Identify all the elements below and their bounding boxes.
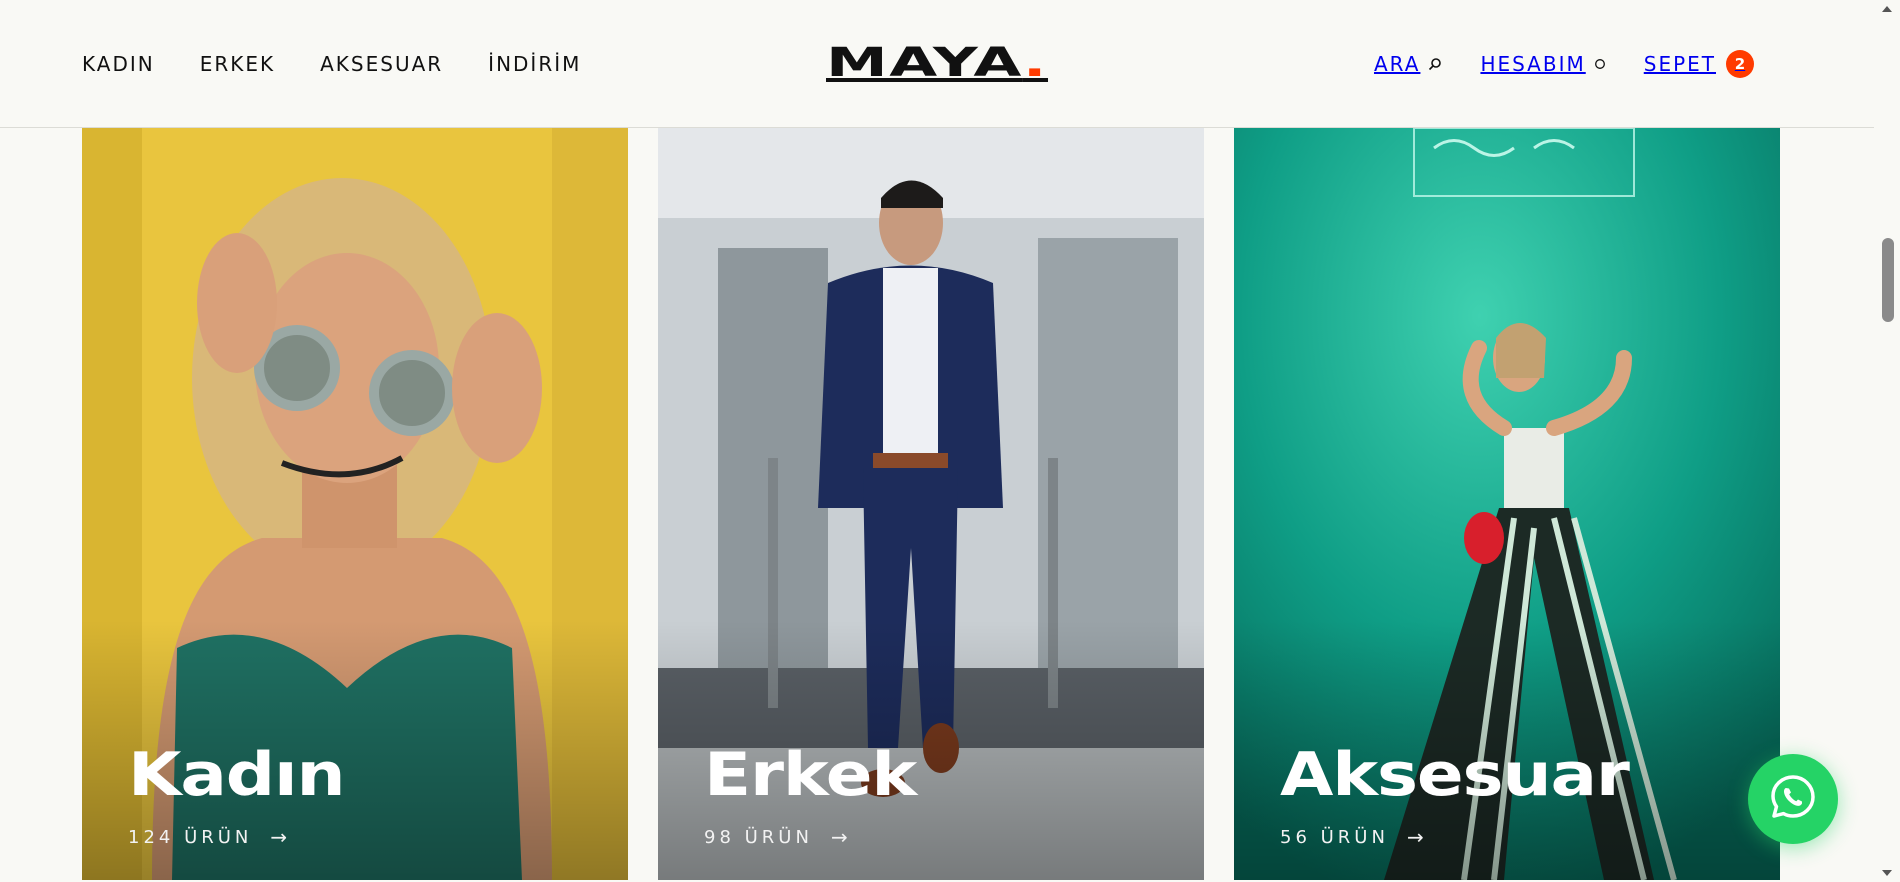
nav-link-indirim[interactable]: İNDİRİM	[488, 52, 581, 76]
category-count-label: 124 ÜRÜN	[128, 826, 253, 848]
search-icon	[1428, 57, 1442, 71]
category-card-erkek[interactable]: Erkek 98 ÜRÜN →	[658, 128, 1204, 880]
search-label: ARA	[1373, 52, 1421, 76]
cart-button[interactable]: SEPET 2	[1644, 50, 1754, 78]
category-count: 56 ÜRÜN →	[1280, 825, 1424, 849]
category-count-label: 98 ÜRÜN	[704, 826, 813, 848]
account-label: HESABIM	[1480, 52, 1586, 76]
account-icon	[1594, 58, 1606, 70]
account-button[interactable]: HESABIM	[1480, 52, 1605, 76]
category-title: Erkek	[704, 740, 917, 810]
site-header: KADIN ERKEK AKSESUAR İNDİRİM MAYA. ARA H…	[0, 0, 1874, 128]
cart-count-badge: 2	[1726, 50, 1754, 78]
page-scrollbar[interactable]	[1874, 0, 1900, 882]
scroll-up-icon[interactable]	[1882, 6, 1892, 12]
category-count-label: 56 ÜRÜN	[1280, 826, 1389, 848]
cart-label: SEPET	[1643, 52, 1716, 76]
logo-dot: .	[1022, 40, 1049, 86]
logo-text: MAYA	[826, 40, 1023, 86]
arrow-right-icon: →	[1406, 825, 1424, 849]
category-title: Kadın	[128, 740, 346, 810]
category-card-aksesuar[interactable]: Aksesuar 56 ÜRÜN →	[1234, 128, 1780, 880]
scroll-thumb[interactable]	[1882, 238, 1894, 322]
scroll-down-icon[interactable]	[1882, 870, 1892, 876]
whatsapp-icon	[1768, 772, 1818, 827]
nav-link-aksesuar[interactable]: AKSESUAR	[320, 52, 443, 76]
category-card-kadin[interactable]: Kadın 124 ÜRÜN →	[82, 128, 628, 880]
utility-nav: ARA HESABIM SEPET 2	[1374, 50, 1754, 78]
main-nav: KADIN ERKEK AKSESUAR İNDİRİM	[82, 52, 581, 76]
nav-link-kadin[interactable]: KADIN	[82, 52, 155, 76]
category-title: Aksesuar	[1280, 740, 1630, 810]
category-count: 124 ÜRÜN →	[128, 825, 287, 849]
arrow-right-icon: →	[270, 825, 288, 849]
arrow-right-icon: →	[830, 825, 848, 849]
search-button[interactable]: ARA	[1374, 52, 1442, 76]
site-logo[interactable]: MAYA.	[826, 40, 1048, 86]
whatsapp-button[interactable]	[1748, 754, 1838, 844]
nav-link-erkek[interactable]: ERKEK	[200, 52, 275, 76]
category-count: 98 ÜRÜN →	[704, 825, 848, 849]
